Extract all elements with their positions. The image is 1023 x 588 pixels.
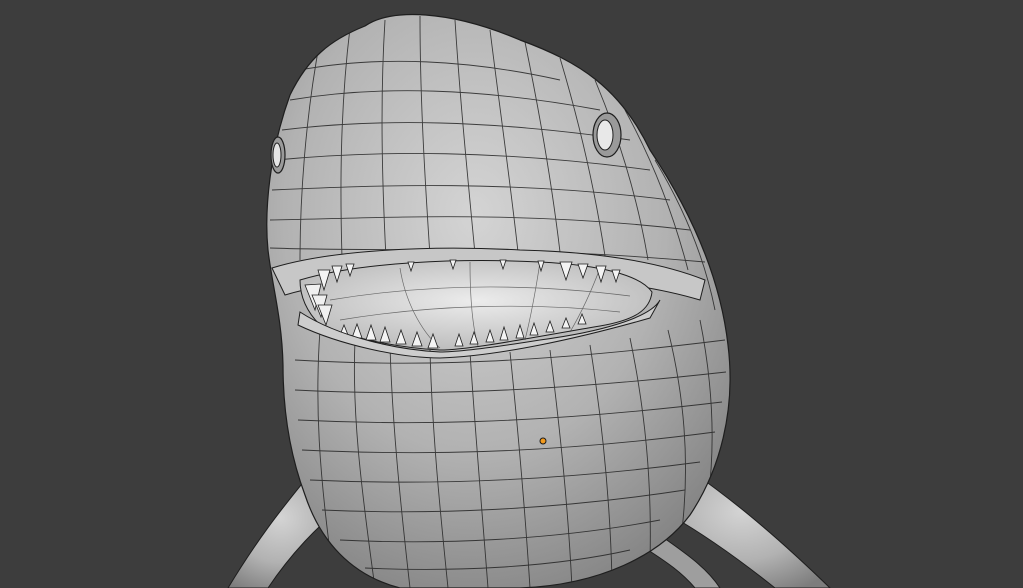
object-origin-icon[interactable] (539, 437, 547, 445)
left-eye-icon[interactable] (270, 136, 286, 174)
3d-viewport[interactable] (0, 0, 1023, 588)
viewport-canvas[interactable] (0, 0, 1023, 588)
right-eye-icon[interactable] (592, 112, 622, 158)
